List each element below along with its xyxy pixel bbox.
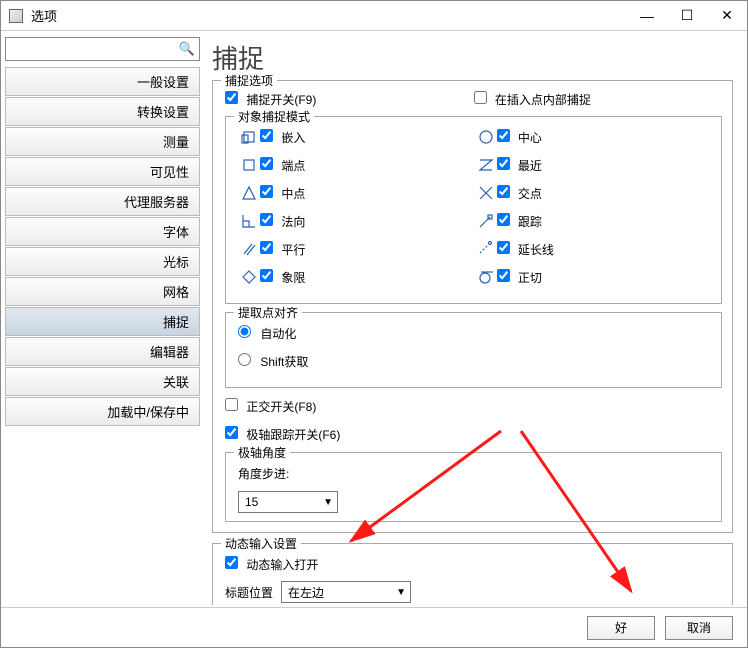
track-icon bbox=[475, 213, 497, 229]
minimize-button[interactable]: — bbox=[627, 2, 667, 30]
chevron-down-icon: ▼ bbox=[396, 587, 406, 598]
midpoint-icon bbox=[238, 185, 260, 201]
title-pos-label: 标题位置 bbox=[225, 584, 273, 601]
window-title: 选项 bbox=[31, 6, 627, 25]
intersect-icon bbox=[475, 185, 497, 201]
align-shift-radio[interactable]: Shift获取 bbox=[238, 353, 308, 370]
ok-button[interactable]: 好 bbox=[587, 616, 655, 640]
parallel-icon bbox=[238, 241, 260, 257]
sidebar-item-10[interactable]: 关联 bbox=[5, 367, 200, 396]
main-panel: 捕捉 捕捉选项 捕捉开关(F9) 在插入点内部捕捉 对象捕捉模式 嵌入 端点 中… bbox=[206, 31, 747, 605]
mode-quadrant-checkbox[interactable]: 象限 bbox=[260, 269, 305, 286]
mode-tangent-checkbox[interactable]: 正切 bbox=[497, 269, 542, 286]
sidebar-item-0[interactable]: 一般设置 bbox=[5, 67, 200, 96]
cancel-button[interactable]: 取消 bbox=[665, 616, 733, 640]
tangent-icon bbox=[475, 269, 497, 285]
mode-midpoint-checkbox[interactable]: 中点 bbox=[260, 185, 305, 202]
mode-intersect-checkbox[interactable]: 交点 bbox=[497, 185, 542, 202]
center-icon bbox=[475, 129, 497, 145]
sidebar-item-2[interactable]: 测量 bbox=[5, 127, 200, 156]
search-icon: 🔍 bbox=[179, 41, 195, 57]
nested-icon bbox=[238, 129, 260, 145]
snap-modes-group: 对象捕捉模式 嵌入 端点 中点 法向 平行 象限 中心 最近 交点 跟踪 延长线… bbox=[225, 116, 722, 304]
polar-angle-group: 极轴角度 角度步进: 15▼ bbox=[225, 452, 722, 522]
mode-extend-checkbox[interactable]: 延长线 bbox=[497, 241, 554, 258]
sidebar-item-4[interactable]: 代理服务器 bbox=[5, 187, 200, 216]
near-icon bbox=[475, 157, 497, 173]
search-input[interactable] bbox=[10, 42, 179, 56]
sidebar: 🔍 一般设置转换设置测量可见性代理服务器字体光标网格捕捉编辑器关联加载中/保存中 bbox=[1, 31, 206, 605]
chevron-down-icon: ▼ bbox=[323, 497, 333, 508]
mode-track-checkbox[interactable]: 跟踪 bbox=[497, 213, 542, 230]
sidebar-item-7[interactable]: 网格 bbox=[5, 277, 200, 306]
mode-nested-checkbox[interactable]: 嵌入 bbox=[260, 129, 305, 146]
mode-parallel-checkbox[interactable]: 平行 bbox=[260, 241, 305, 258]
sidebar-item-11[interactable]: 加载中/保存中 bbox=[5, 397, 200, 426]
sidebar-item-6[interactable]: 光标 bbox=[5, 247, 200, 276]
quadrant-icon bbox=[238, 269, 260, 285]
sidebar-item-9[interactable]: 编辑器 bbox=[5, 337, 200, 366]
maximize-button[interactable]: ☐ bbox=[667, 2, 707, 30]
options-window: 选项 — ☐ ✕ 🔍 一般设置转换设置测量可见性代理服务器字体光标网格捕捉编辑器… bbox=[0, 0, 748, 648]
snap-options-group: 捕捉选项 捕捉开关(F9) 在插入点内部捕捉 对象捕捉模式 嵌入 端点 中点 法… bbox=[212, 80, 733, 533]
page-title: 捕捉 bbox=[212, 39, 733, 76]
normal-icon bbox=[238, 213, 260, 229]
sidebar-item-8[interactable]: 捕捉 bbox=[5, 307, 200, 336]
ortho-checkbox[interactable]: 正交开关(F8) bbox=[225, 398, 316, 415]
polar-track-checkbox[interactable]: 极轴跟踪开关(F6) bbox=[225, 426, 340, 443]
internal-snap-checkbox[interactable]: 在插入点内部捕捉 bbox=[474, 91, 723, 108]
search-box[interactable]: 🔍 bbox=[5, 37, 200, 61]
dynamic-input-group: 动态输入设置 动态输入打开 标题位置 在左边▼ bbox=[212, 543, 733, 605]
align-auto-radio[interactable]: 自动化 bbox=[238, 325, 296, 342]
sidebar-item-3[interactable]: 可见性 bbox=[5, 157, 200, 186]
close-button[interactable]: ✕ bbox=[707, 2, 747, 30]
endpoint-icon bbox=[238, 157, 260, 173]
snap-switch-checkbox[interactable]: 捕捉开关(F9) bbox=[225, 91, 474, 108]
mode-near-checkbox[interactable]: 最近 bbox=[497, 157, 542, 174]
title-pos-select[interactable]: 在左边▼ bbox=[281, 581, 411, 603]
app-icon bbox=[9, 9, 23, 23]
mode-normal-checkbox[interactable]: 法向 bbox=[260, 213, 305, 230]
footer: 好 取消 bbox=[1, 607, 747, 647]
sidebar-item-5[interactable]: 字体 bbox=[5, 217, 200, 246]
align-group: 提取点对齐 自动化 Shift获取 bbox=[225, 312, 722, 388]
extend-icon bbox=[475, 241, 497, 257]
angle-step-select[interactable]: 15▼ bbox=[238, 491, 338, 513]
mode-endpoint-checkbox[interactable]: 端点 bbox=[260, 157, 305, 174]
mode-center-checkbox[interactable]: 中心 bbox=[497, 129, 542, 146]
dynamic-open-checkbox[interactable]: 动态输入打开 bbox=[225, 556, 318, 573]
sidebar-item-1[interactable]: 转换设置 bbox=[5, 97, 200, 126]
titlebar: 选项 — ☐ ✕ bbox=[1, 1, 747, 31]
